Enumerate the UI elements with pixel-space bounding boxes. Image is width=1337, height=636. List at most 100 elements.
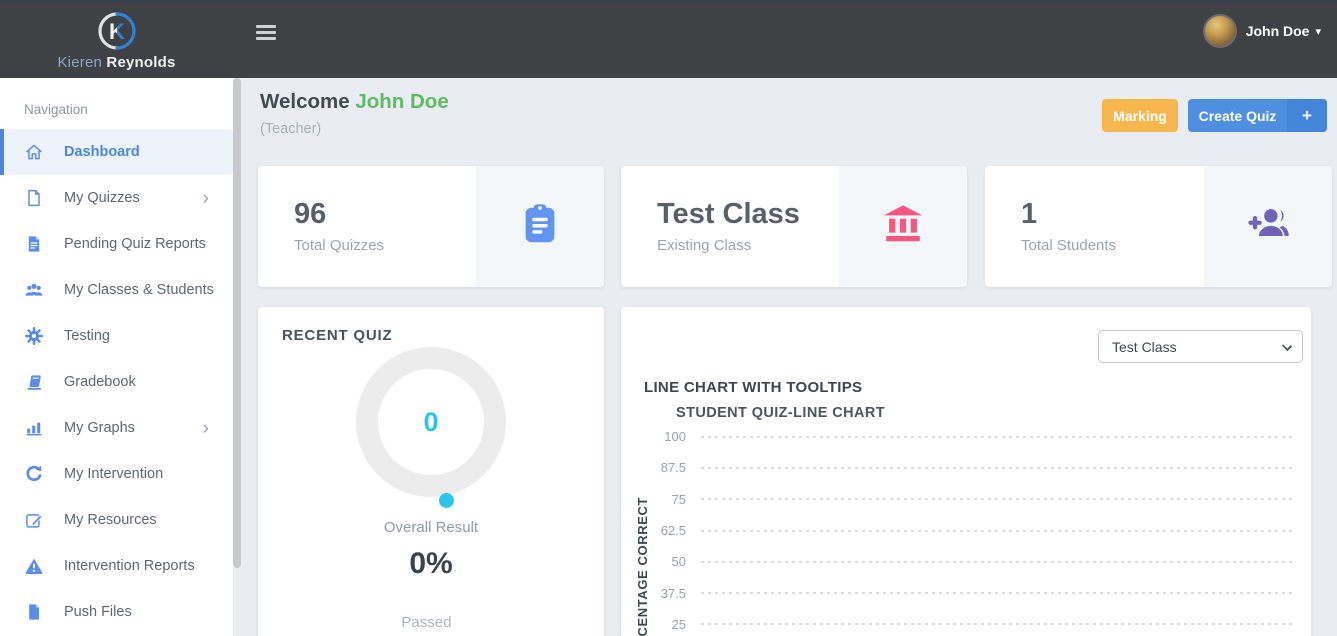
sidebar-item-label: My Intervention bbox=[64, 466, 163, 482]
sidebar-item-my-graphs[interactable]: My Graphs › bbox=[0, 405, 233, 451]
stat-label: Total Students bbox=[1021, 237, 1204, 254]
sidebar-item-my-intervention[interactable]: My Intervention bbox=[0, 451, 233, 497]
overall-result-gauge: 0 bbox=[356, 347, 506, 497]
marking-button[interactable]: Marking bbox=[1102, 99, 1178, 132]
recent-quiz-footer-label: Passed Students bbox=[386, 612, 466, 636]
y-axis-tick-label: 62.5 bbox=[644, 523, 686, 538]
sidebar-item-my-quizzes[interactable]: My Quizzes › bbox=[0, 175, 233, 221]
recent-quiz-card: RECENT QUIZ 0 Overall Result 0% Total St… bbox=[258, 307, 604, 636]
welcome-user-name: John Doe bbox=[355, 90, 448, 113]
stat-value: 1 bbox=[1021, 199, 1204, 231]
sidebar-item-label: Dashboard bbox=[64, 144, 140, 160]
chart-grid-row: 75 bbox=[644, 484, 1295, 515]
y-axis-tick-label: 87.5 bbox=[644, 460, 686, 475]
class-select-wrap: Test Class bbox=[1098, 330, 1303, 363]
gridline bbox=[701, 530, 1295, 532]
edit-icon bbox=[24, 510, 44, 530]
gauge-indicator-dot bbox=[439, 493, 454, 508]
sidebar-item-label: Intervention Reports bbox=[64, 558, 195, 574]
create-quiz-label: Create Quiz bbox=[1188, 99, 1287, 132]
stat-value: Test Class bbox=[657, 199, 839, 231]
file-solid-icon bbox=[24, 602, 44, 622]
sidebar: Navigation Dashboard My Quizzes › Pending Q… bbox=[0, 78, 233, 636]
stat-label: Total Quizzes bbox=[294, 237, 476, 254]
sidebar-item-my-classes-students[interactable]: My Classes & Students bbox=[0, 267, 233, 313]
overall-result-percent: 0% bbox=[258, 547, 604, 581]
user-menu-name: John Doe bbox=[1246, 23, 1310, 39]
refresh-icon bbox=[24, 464, 44, 484]
y-axis-tick-label: 100 bbox=[644, 429, 686, 444]
chevron-right-icon: › bbox=[203, 419, 209, 438]
file-icon bbox=[24, 188, 44, 208]
sidebar-nav: Dashboard My Quizzes › Pending Quiz Reports… bbox=[0, 129, 233, 635]
sidebar-item-label: My Quizzes bbox=[64, 190, 140, 206]
gridline bbox=[701, 467, 1295, 469]
content-scrollbar-track[interactable] bbox=[233, 78, 241, 636]
main-content: Welcome John Doe (Teacher) Marking Creat… bbox=[241, 78, 1337, 636]
user-menu[interactable]: John Doe ▾ bbox=[1203, 14, 1321, 48]
hamburger-menu-icon[interactable] bbox=[256, 25, 276, 44]
user-avatar[interactable] bbox=[1203, 14, 1237, 48]
gridline bbox=[701, 623, 1295, 625]
y-axis-tick-label: 37.5 bbox=[644, 586, 686, 601]
home-icon bbox=[24, 142, 44, 162]
chart-grid-row: 87.5 bbox=[644, 452, 1295, 483]
content-scrollbar-thumb[interactable] bbox=[233, 78, 241, 568]
sidebar-item-label: My Graphs bbox=[64, 420, 135, 436]
recent-quiz-footer: Total StudentsPassed StudentsFailed Stud… bbox=[258, 612, 604, 636]
stat-card-total-students: 1 Total Students bbox=[985, 166, 1332, 287]
brand-name: Kieren Reynolds bbox=[57, 54, 175, 71]
chart-title: STUDENT QUIZ-LINE CHART bbox=[676, 405, 885, 421]
sidebar-item-pending-quiz-reports[interactable]: Pending Quiz Reports bbox=[0, 221, 233, 267]
gridline bbox=[701, 592, 1295, 594]
top-navbar: K K Kieren Reynolds John Doe ▾ bbox=[0, 0, 1337, 78]
chart-grid-row: 62.5 bbox=[644, 515, 1295, 546]
sidebar-item-gradebook[interactable]: Gradebook bbox=[0, 359, 233, 405]
sidebar-item-label: Testing bbox=[64, 328, 110, 344]
clipboard-icon bbox=[517, 201, 563, 252]
bar-chart-icon bbox=[24, 418, 44, 438]
page-title: Welcome John Doe bbox=[260, 90, 449, 114]
stat-value: 96 bbox=[294, 199, 476, 231]
group-add-icon bbox=[1245, 201, 1291, 252]
book-icon bbox=[24, 372, 44, 392]
brand-logo-icon: K K bbox=[92, 10, 142, 52]
sidebar-item-testing[interactable]: Testing bbox=[0, 313, 233, 359]
line-chart-card: Test Class LINE CHART WITH TOOLTIPS STUD… bbox=[621, 307, 1311, 636]
chart-grid: 100 87.5 75 62.5 50 37.5 25 bbox=[644, 421, 1295, 636]
users-icon bbox=[24, 280, 44, 300]
gear-icon bbox=[24, 326, 44, 346]
user-role-label: (Teacher) bbox=[260, 121, 321, 137]
y-axis-tick-label: 25 bbox=[644, 617, 686, 632]
recent-quiz-heading: RECENT QUIZ bbox=[282, 327, 392, 344]
chart-grid-row: 50 bbox=[644, 546, 1295, 577]
chart-section-heading: LINE CHART WITH TOOLTIPS bbox=[644, 379, 862, 396]
file-text-icon bbox=[24, 234, 44, 254]
chart-grid-row: 100 bbox=[644, 421, 1295, 452]
overall-result-label: Overall Result bbox=[258, 519, 604, 536]
chart-grid-row: 25 bbox=[644, 609, 1295, 636]
sidebar-item-label: My Classes & Students bbox=[64, 282, 214, 298]
gridline bbox=[701, 498, 1295, 500]
y-axis-tick-label: 75 bbox=[644, 492, 686, 507]
warning-icon bbox=[24, 556, 44, 576]
sidebar-item-push-files[interactable]: Push Files bbox=[0, 589, 233, 635]
chart-grid-row: 37.5 bbox=[644, 577, 1295, 608]
chevron-right-icon: › bbox=[203, 189, 209, 208]
create-quiz-button[interactable]: Create Quiz + bbox=[1188, 99, 1327, 132]
sidebar-item-intervention-reports[interactable]: Intervention Reports bbox=[0, 543, 233, 589]
stat-card-existing-class: Test Class Existing Class bbox=[621, 166, 967, 287]
sidebar-title: Navigation bbox=[0, 78, 233, 117]
plus-icon: + bbox=[1287, 99, 1327, 132]
brand-logo: K K Kieren Reynolds bbox=[0, 3, 233, 78]
caret-down-icon: ▾ bbox=[1315, 25, 1321, 38]
gridline bbox=[701, 561, 1295, 563]
sidebar-item-dashboard[interactable]: Dashboard bbox=[0, 129, 233, 175]
sidebar-item-label: Pending Quiz Reports bbox=[64, 236, 206, 252]
gridline bbox=[701, 436, 1295, 438]
sidebar-item-label: Push Files bbox=[64, 604, 132, 620]
class-select[interactable]: Test Class bbox=[1098, 330, 1303, 363]
gauge-value: 0 bbox=[423, 407, 438, 438]
sidebar-item-my-resources[interactable]: My Resources bbox=[0, 497, 233, 543]
sidebar-item-label: My Resources bbox=[64, 512, 157, 528]
